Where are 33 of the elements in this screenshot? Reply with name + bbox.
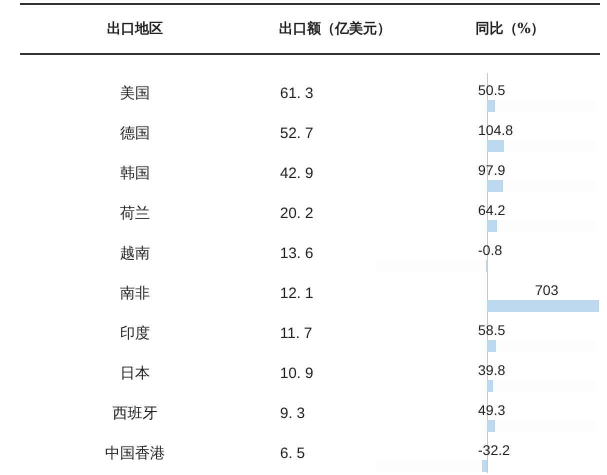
column-header: 出口地区: [107, 20, 163, 38]
region-cell: 德国: [120, 124, 150, 142]
yoy-cell: 97.9: [478, 162, 506, 178]
yoy-cell: 104.8: [478, 122, 514, 138]
region-cell: 日本: [120, 364, 150, 382]
yoy-cell: -32.2: [478, 442, 510, 458]
amount-cell: 52. 7: [280, 124, 314, 142]
yoy-cell: 49.3: [478, 402, 506, 418]
amount-cell: 9. 3: [280, 404, 306, 422]
amount-cell: 11. 7: [280, 324, 312, 342]
column-header: 同比（%）: [475, 20, 545, 38]
region-cell: 南非: [120, 284, 150, 302]
amount-cell: 12. 1: [280, 284, 314, 302]
yoy-cell: 64.2: [478, 202, 506, 218]
amount-cell: 20. 2: [280, 204, 314, 222]
yoy-cell: 39.8: [478, 362, 506, 378]
region-cell: 中国香港: [105, 444, 165, 462]
amount-cell: 13. 6: [280, 244, 314, 262]
yoy-cell: 50.5: [478, 82, 506, 98]
column-header: 出口额（亿美元）: [279, 20, 391, 38]
yoy-cell: 58.5: [478, 322, 506, 338]
yoy-cell: 703: [535, 282, 558, 298]
amount-cell: 42. 9: [280, 164, 314, 182]
amount-cell: 6. 5: [280, 444, 306, 462]
region-cell: 美国: [120, 84, 150, 102]
region-cell: 印度: [120, 324, 150, 342]
region-cell: 越南: [120, 244, 150, 262]
amount-cell: 61. 3: [280, 84, 314, 102]
yoy-cell: -0.8: [478, 242, 502, 258]
region-cell: 西班牙: [112, 404, 158, 422]
region-cell: 韩国: [120, 164, 150, 182]
region-cell: 荷兰: [120, 204, 150, 222]
amount-cell: 10. 9: [280, 364, 314, 382]
